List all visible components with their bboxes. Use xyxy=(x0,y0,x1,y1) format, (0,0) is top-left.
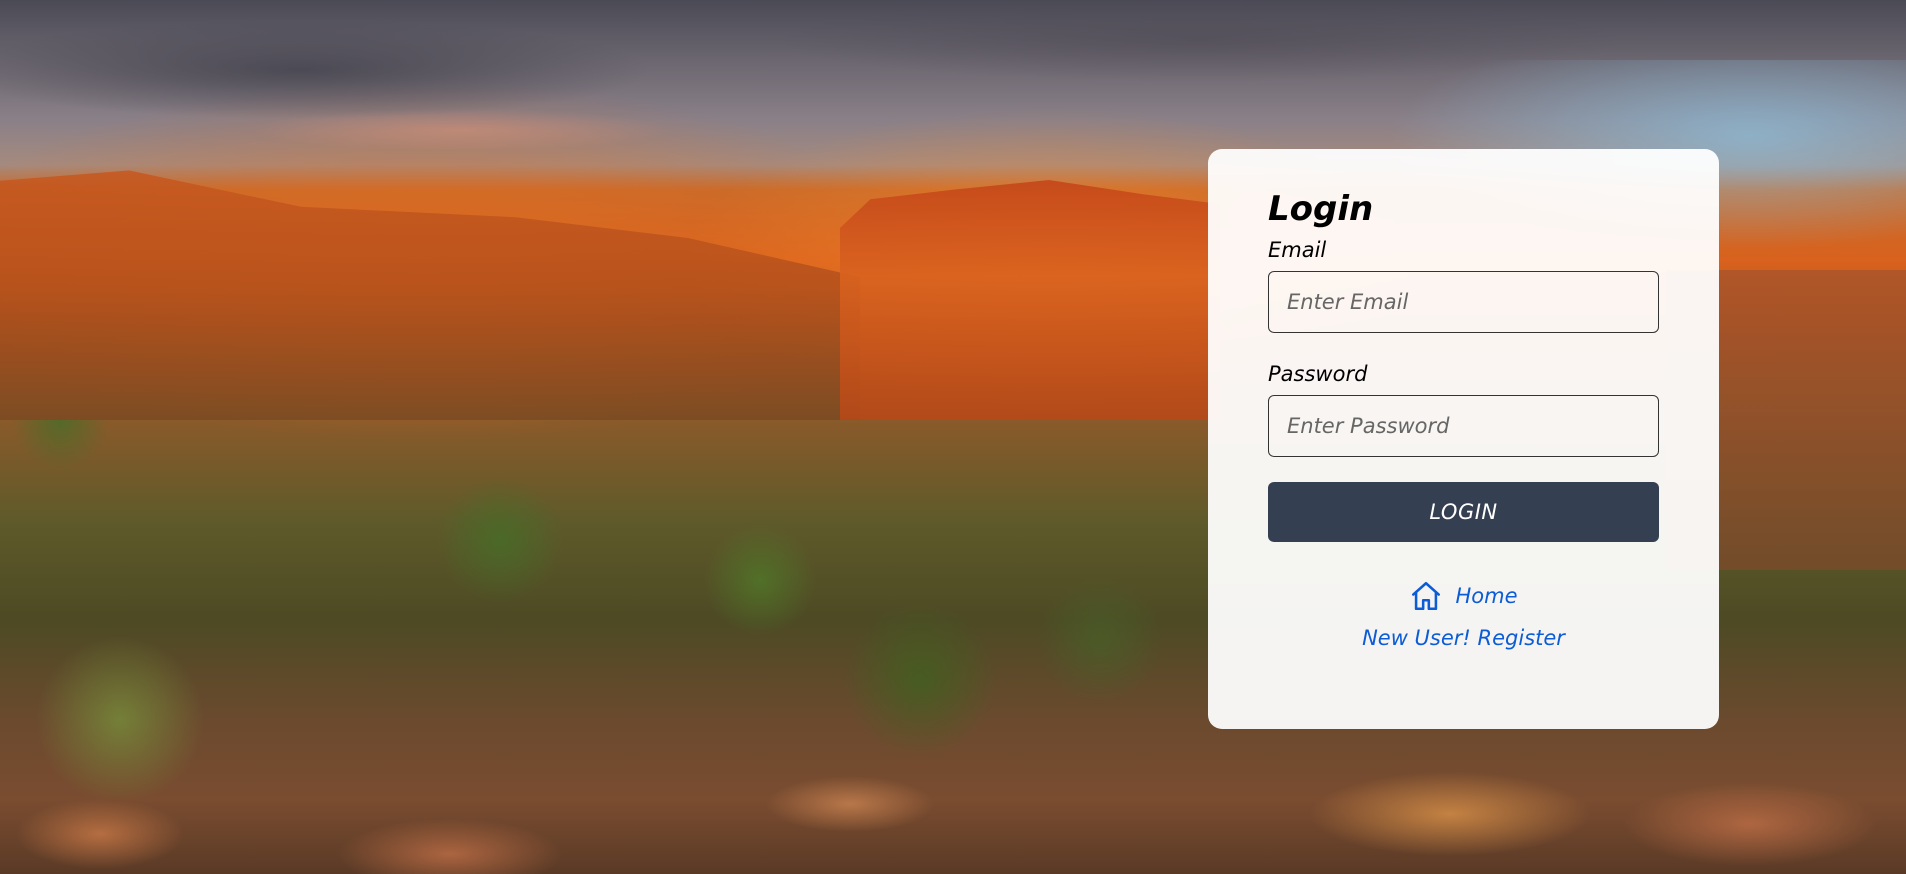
home-link[interactable]: Home xyxy=(1409,578,1518,614)
password-label: Password xyxy=(1268,362,1368,386)
home-icon xyxy=(1409,579,1443,613)
auth-links: Home New User! Register xyxy=(1268,578,1659,650)
foreground-rocks xyxy=(0,744,1906,874)
register-link[interactable]: New User! Register xyxy=(1362,626,1565,650)
login-card: Login Email Password LOGIN Home New User… xyxy=(1208,149,1719,729)
home-link-label: Home xyxy=(1455,584,1518,608)
canyon-cliff xyxy=(840,180,1220,420)
canyon-hill-left xyxy=(0,170,860,420)
email-label: Email xyxy=(1268,238,1327,262)
password-input[interactable] xyxy=(1268,395,1659,457)
email-input[interactable] xyxy=(1268,271,1659,333)
login-button[interactable]: LOGIN xyxy=(1268,482,1659,542)
login-title: Login xyxy=(1268,189,1374,229)
